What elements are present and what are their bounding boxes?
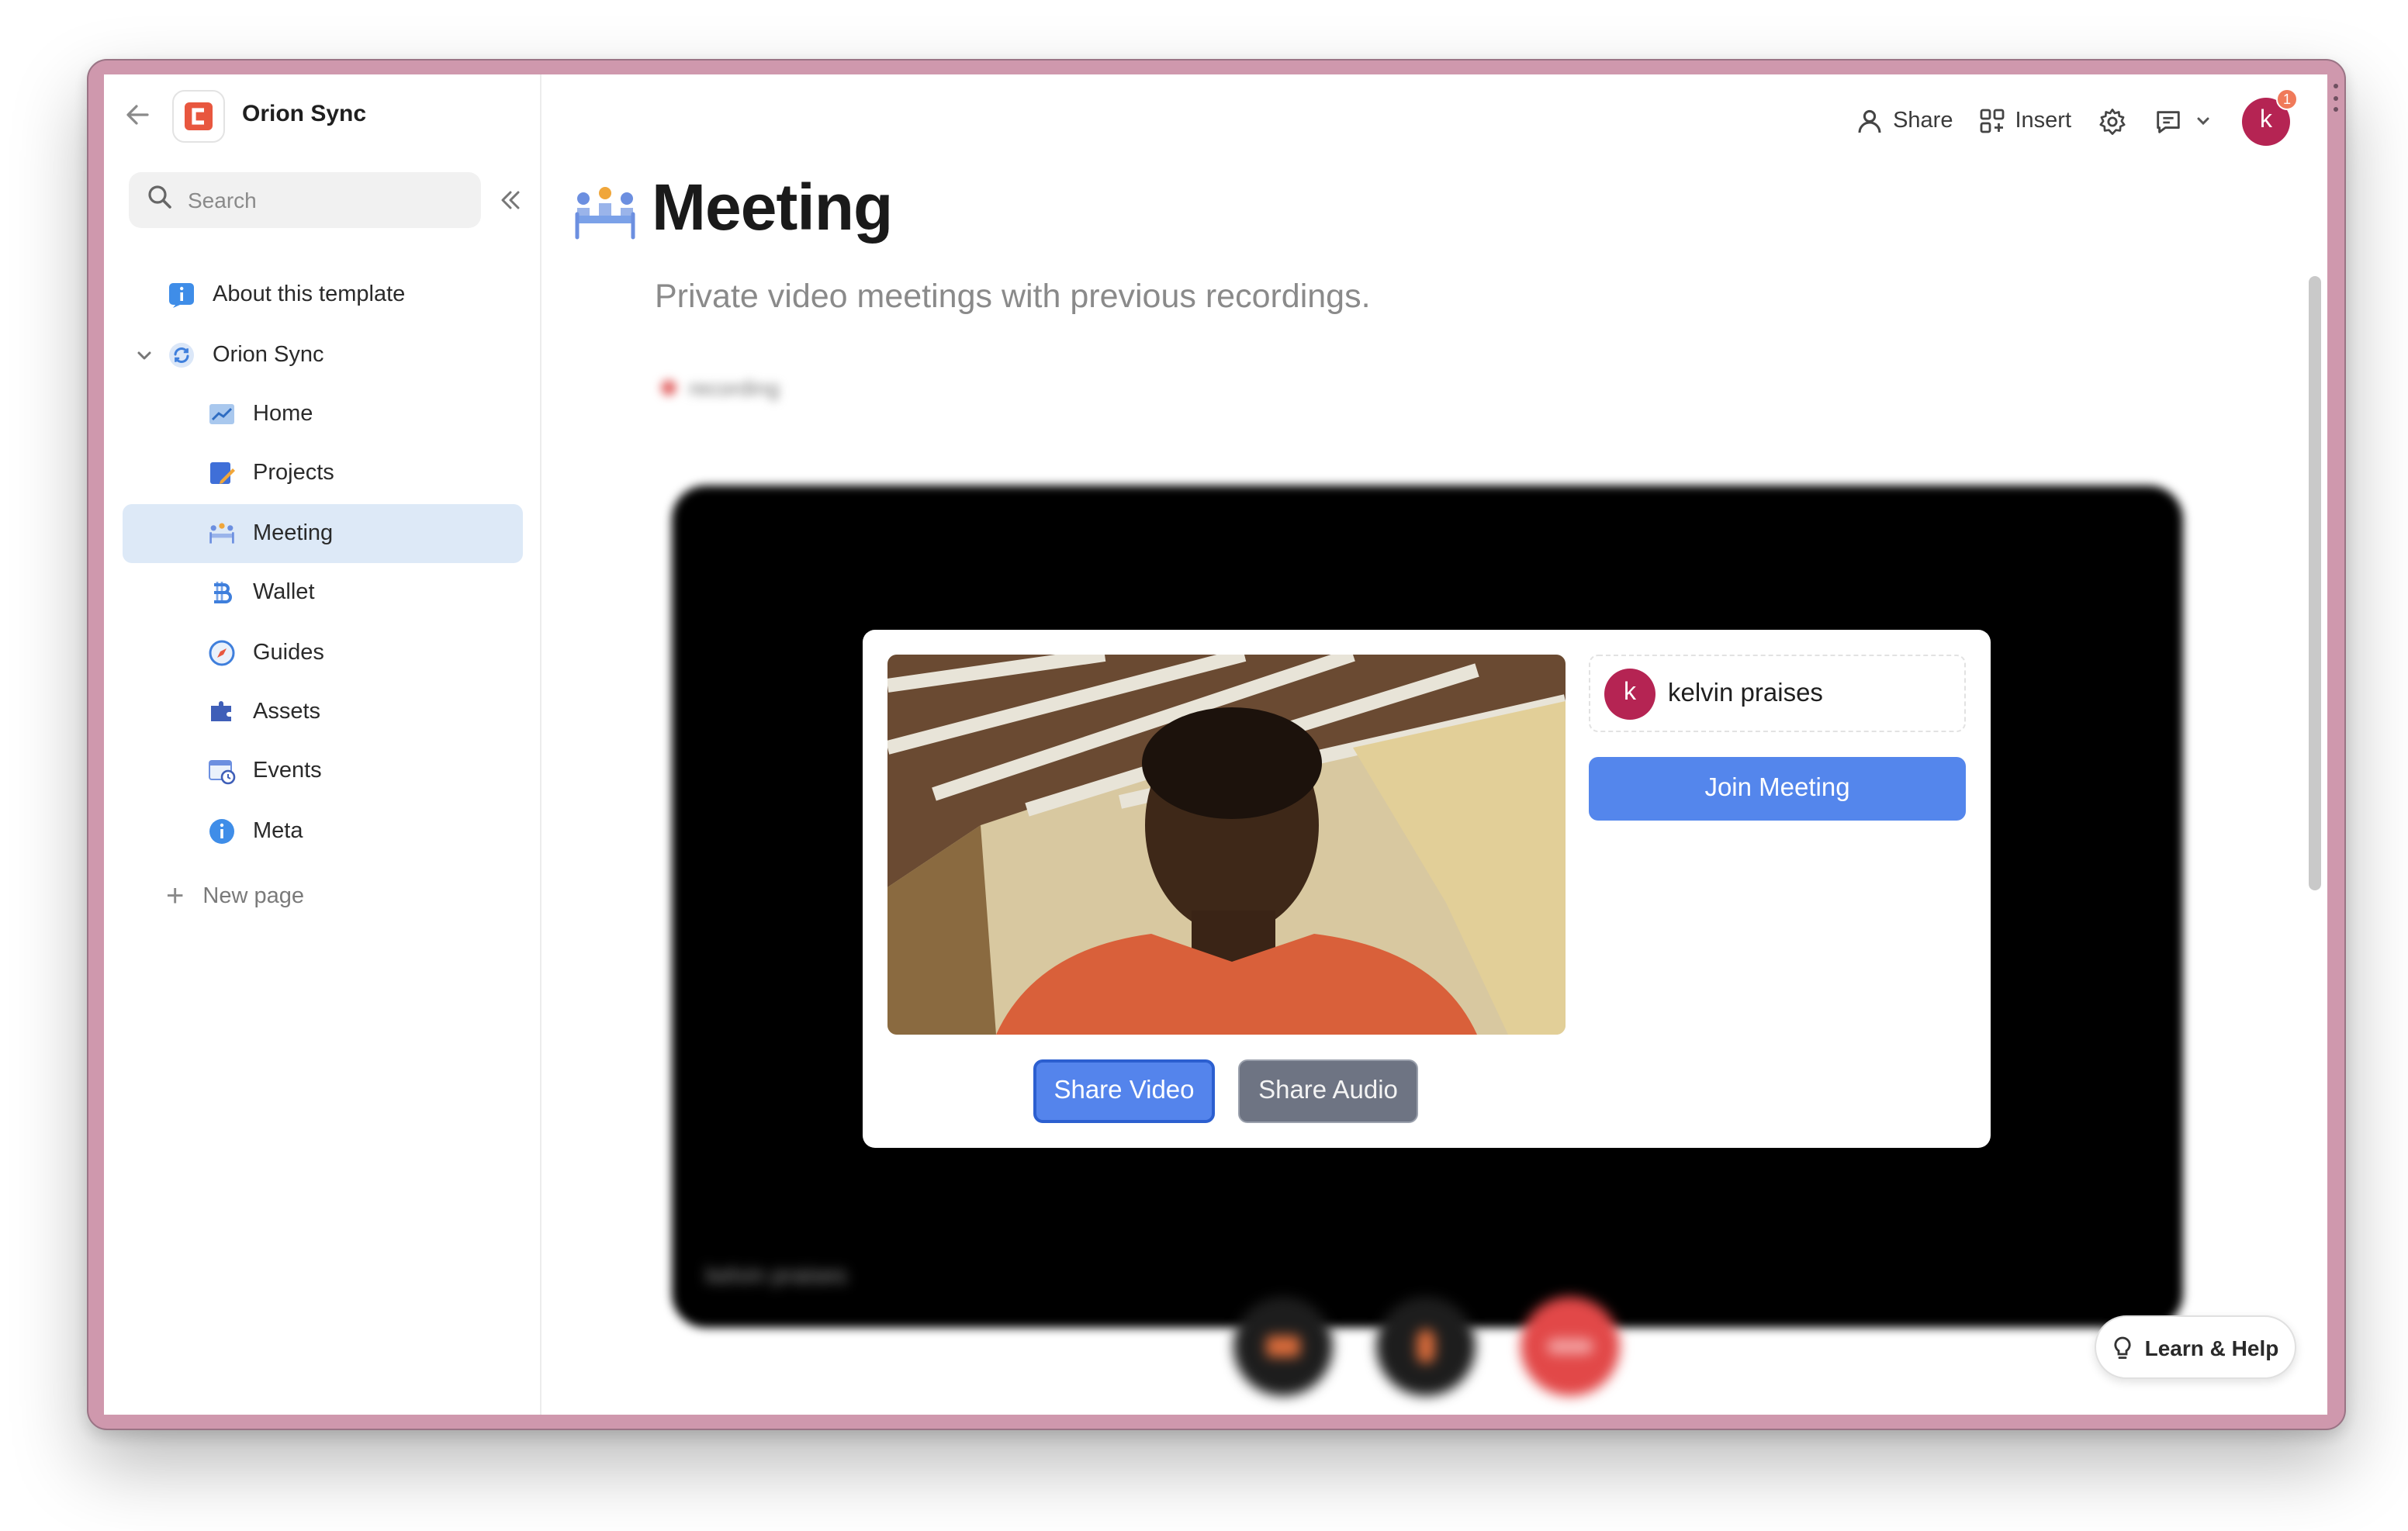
- sidebar-item-meeting[interactable]: Meeting: [123, 503, 523, 563]
- hang-up-icon: [1547, 1339, 1593, 1354]
- sidebar-item-label: Meeting: [253, 520, 334, 546]
- app-window: Orion Sync About this template: [104, 74, 2327, 1415]
- sidebar-item-label: Meta: [253, 818, 303, 844]
- sidebar-item-label: Guides: [253, 640, 324, 665]
- sidebar-item-assets[interactable]: Assets: [123, 682, 523, 741]
- compass-icon: [208, 638, 236, 666]
- sidebar-item-label: Projects: [253, 461, 334, 486]
- back-arrow-icon[interactable]: [123, 99, 154, 130]
- sidebar-item-label: About this template: [213, 282, 406, 308]
- camera-icon: [1266, 1336, 1300, 1357]
- learn-help-button[interactable]: Learn & Help: [2095, 1315, 2296, 1379]
- window-grip-icon[interactable]: [2332, 84, 2340, 112]
- meeting-icon: [208, 520, 236, 548]
- page-subtitle: Private video meetings with previous rec…: [655, 278, 1371, 315]
- sidebar-item-events[interactable]: Events: [123, 741, 523, 801]
- grid-plus-icon: [1980, 109, 2004, 133]
- insert-button[interactable]: Insert: [1977, 107, 2071, 135]
- workspace-logo[interactable]: [172, 90, 225, 143]
- chevron-down-icon[interactable]: [2192, 105, 2214, 137]
- mic-toggle-button[interactable]: [1376, 1297, 1476, 1396]
- bitcoin-icon: [208, 579, 236, 607]
- top-toolbar: Share Insert k 1: [1831, 88, 2298, 145]
- participant-name: kelvin praises: [1668, 679, 1823, 707]
- workspace-name[interactable]: Orion Sync: [242, 101, 366, 127]
- pencil-note-icon: [208, 460, 236, 488]
- recording-chip[interactable]: recording: [661, 375, 780, 400]
- sidebar-item-label: Orion Sync: [213, 342, 324, 368]
- info-circle-icon: [208, 817, 236, 845]
- main-content: Share Insert k 1 Meeting Private video m…: [543, 74, 2327, 1415]
- user-avatar[interactable]: k 1: [2242, 88, 2298, 145]
- sidebar-item-label: Assets: [253, 699, 321, 724]
- avatar-letter: k: [2260, 107, 2272, 133]
- sidebar-item-label: Wallet: [253, 580, 315, 606]
- sidebar-item-label: Events: [253, 759, 322, 784]
- learn-help-label: Learn & Help: [2144, 1335, 2279, 1360]
- chevron-down-icon[interactable]: [133, 344, 155, 365]
- recording-chip-label: recording: [689, 375, 780, 400]
- new-page-label: New page: [202, 884, 304, 909]
- info-square-icon: [168, 281, 195, 309]
- sidebar-item-projects[interactable]: Projects: [123, 444, 523, 503]
- collapse-sidebar-icon[interactable]: [496, 186, 524, 214]
- share-label: Share: [1893, 109, 1953, 133]
- search-box[interactable]: [129, 172, 481, 228]
- vertical-scrollbar[interactable]: [2309, 276, 2321, 890]
- share-audio-button[interactable]: Share Audio: [1238, 1059, 1418, 1123]
- sidebar-item-home[interactable]: Home: [123, 385, 523, 444]
- page-title: Meeting: [652, 171, 893, 244]
- sidebar: Orion Sync About this template: [104, 74, 541, 1415]
- avatar: k: [1604, 668, 1656, 719]
- share-video-button[interactable]: Share Video: [1033, 1059, 1215, 1123]
- meeting-lobby-card: Share Video Share Audio k kelvin praises…: [863, 630, 1991, 1148]
- insert-label: Insert: [2015, 109, 2071, 133]
- search-icon: [147, 184, 172, 216]
- search-input[interactable]: [188, 188, 452, 213]
- sidebar-item-meta[interactable]: Meta: [123, 801, 523, 861]
- settings-gear-icon[interactable]: [2096, 105, 2127, 137]
- recording-dot-icon: [661, 380, 676, 396]
- sync-icon: [168, 340, 195, 368]
- notification-badge: 1: [2276, 88, 2298, 109]
- stage-participant-name: kelvin praises: [706, 1263, 847, 1289]
- camera-toggle-button[interactable]: [1233, 1297, 1333, 1396]
- meeting-icon[interactable]: [571, 183, 639, 242]
- plus-icon: +: [166, 880, 185, 914]
- camera-preview: [887, 655, 1566, 1035]
- lightbulb-icon: [2115, 1336, 2132, 1358]
- calendar-clock-icon: [208, 758, 236, 786]
- person-icon: [1858, 109, 1881, 133]
- sidebar-item-guides[interactable]: Guides: [123, 623, 523, 683]
- avatar-letter: k: [1624, 679, 1636, 706]
- puzzle-icon: [208, 698, 236, 726]
- leave-call-button[interactable]: [1521, 1297, 1620, 1396]
- join-meeting-button[interactable]: Join Meeting: [1589, 757, 1966, 821]
- sidebar-item-wallet[interactable]: Wallet: [123, 563, 523, 623]
- sidebar-nav: About this template Orion Sync Home Proj…: [123, 265, 523, 861]
- sidebar-item-orion-sync[interactable]: Orion Sync: [123, 325, 523, 385]
- comments-icon[interactable]: [2152, 105, 2183, 137]
- participant-card: k kelvin praises: [1589, 655, 1966, 732]
- sidebar-item-about-this-template[interactable]: About this template: [123, 265, 523, 325]
- chart-icon: [208, 400, 236, 428]
- new-page-button[interactable]: + New page: [166, 881, 304, 912]
- microphone-icon: [1417, 1329, 1435, 1363]
- share-button[interactable]: Share: [1856, 107, 1953, 135]
- sidebar-item-label: Home: [253, 401, 313, 427]
